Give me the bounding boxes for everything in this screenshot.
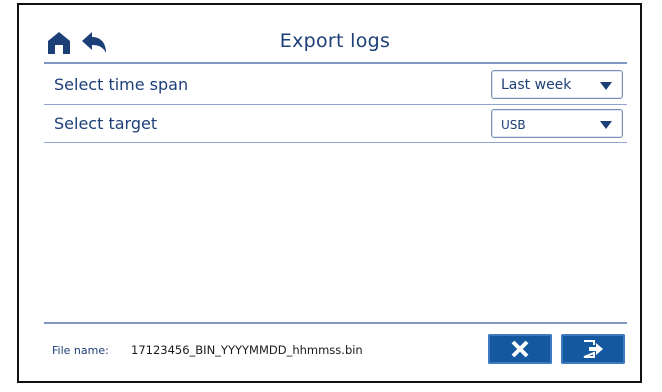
export-icon <box>583 340 603 358</box>
header-divider <box>44 62 627 64</box>
file-name-label: File name: <box>52 344 109 357</box>
file-name-value: 17123456_BIN_YYYYMMDD_hhmmss.bin <box>131 343 363 357</box>
target-value: USB <box>501 118 526 132</box>
target-dropdown[interactable]: USB <box>491 109 623 138</box>
time-span-label: Select time span <box>54 75 189 94</box>
target-label: Select target <box>54 114 158 133</box>
chevron-down-icon <box>600 82 612 90</box>
target-row: Select target USB <box>44 106 627 141</box>
time-span-value: Last week <box>501 77 572 93</box>
time-span-dropdown[interactable]: Last week <box>491 70 623 99</box>
row-divider <box>44 142 627 143</box>
page-title: Export logs <box>279 30 391 52</box>
export-button[interactable] <box>561 334 625 364</box>
time-span-row: Select time span Last week <box>44 67 627 102</box>
row-divider <box>44 104 627 105</box>
cancel-button[interactable] <box>488 334 552 364</box>
header-bar: Export logs <box>44 26 626 62</box>
chevron-down-icon <box>600 121 612 129</box>
footer-divider <box>44 322 627 324</box>
close-icon <box>511 340 529 358</box>
